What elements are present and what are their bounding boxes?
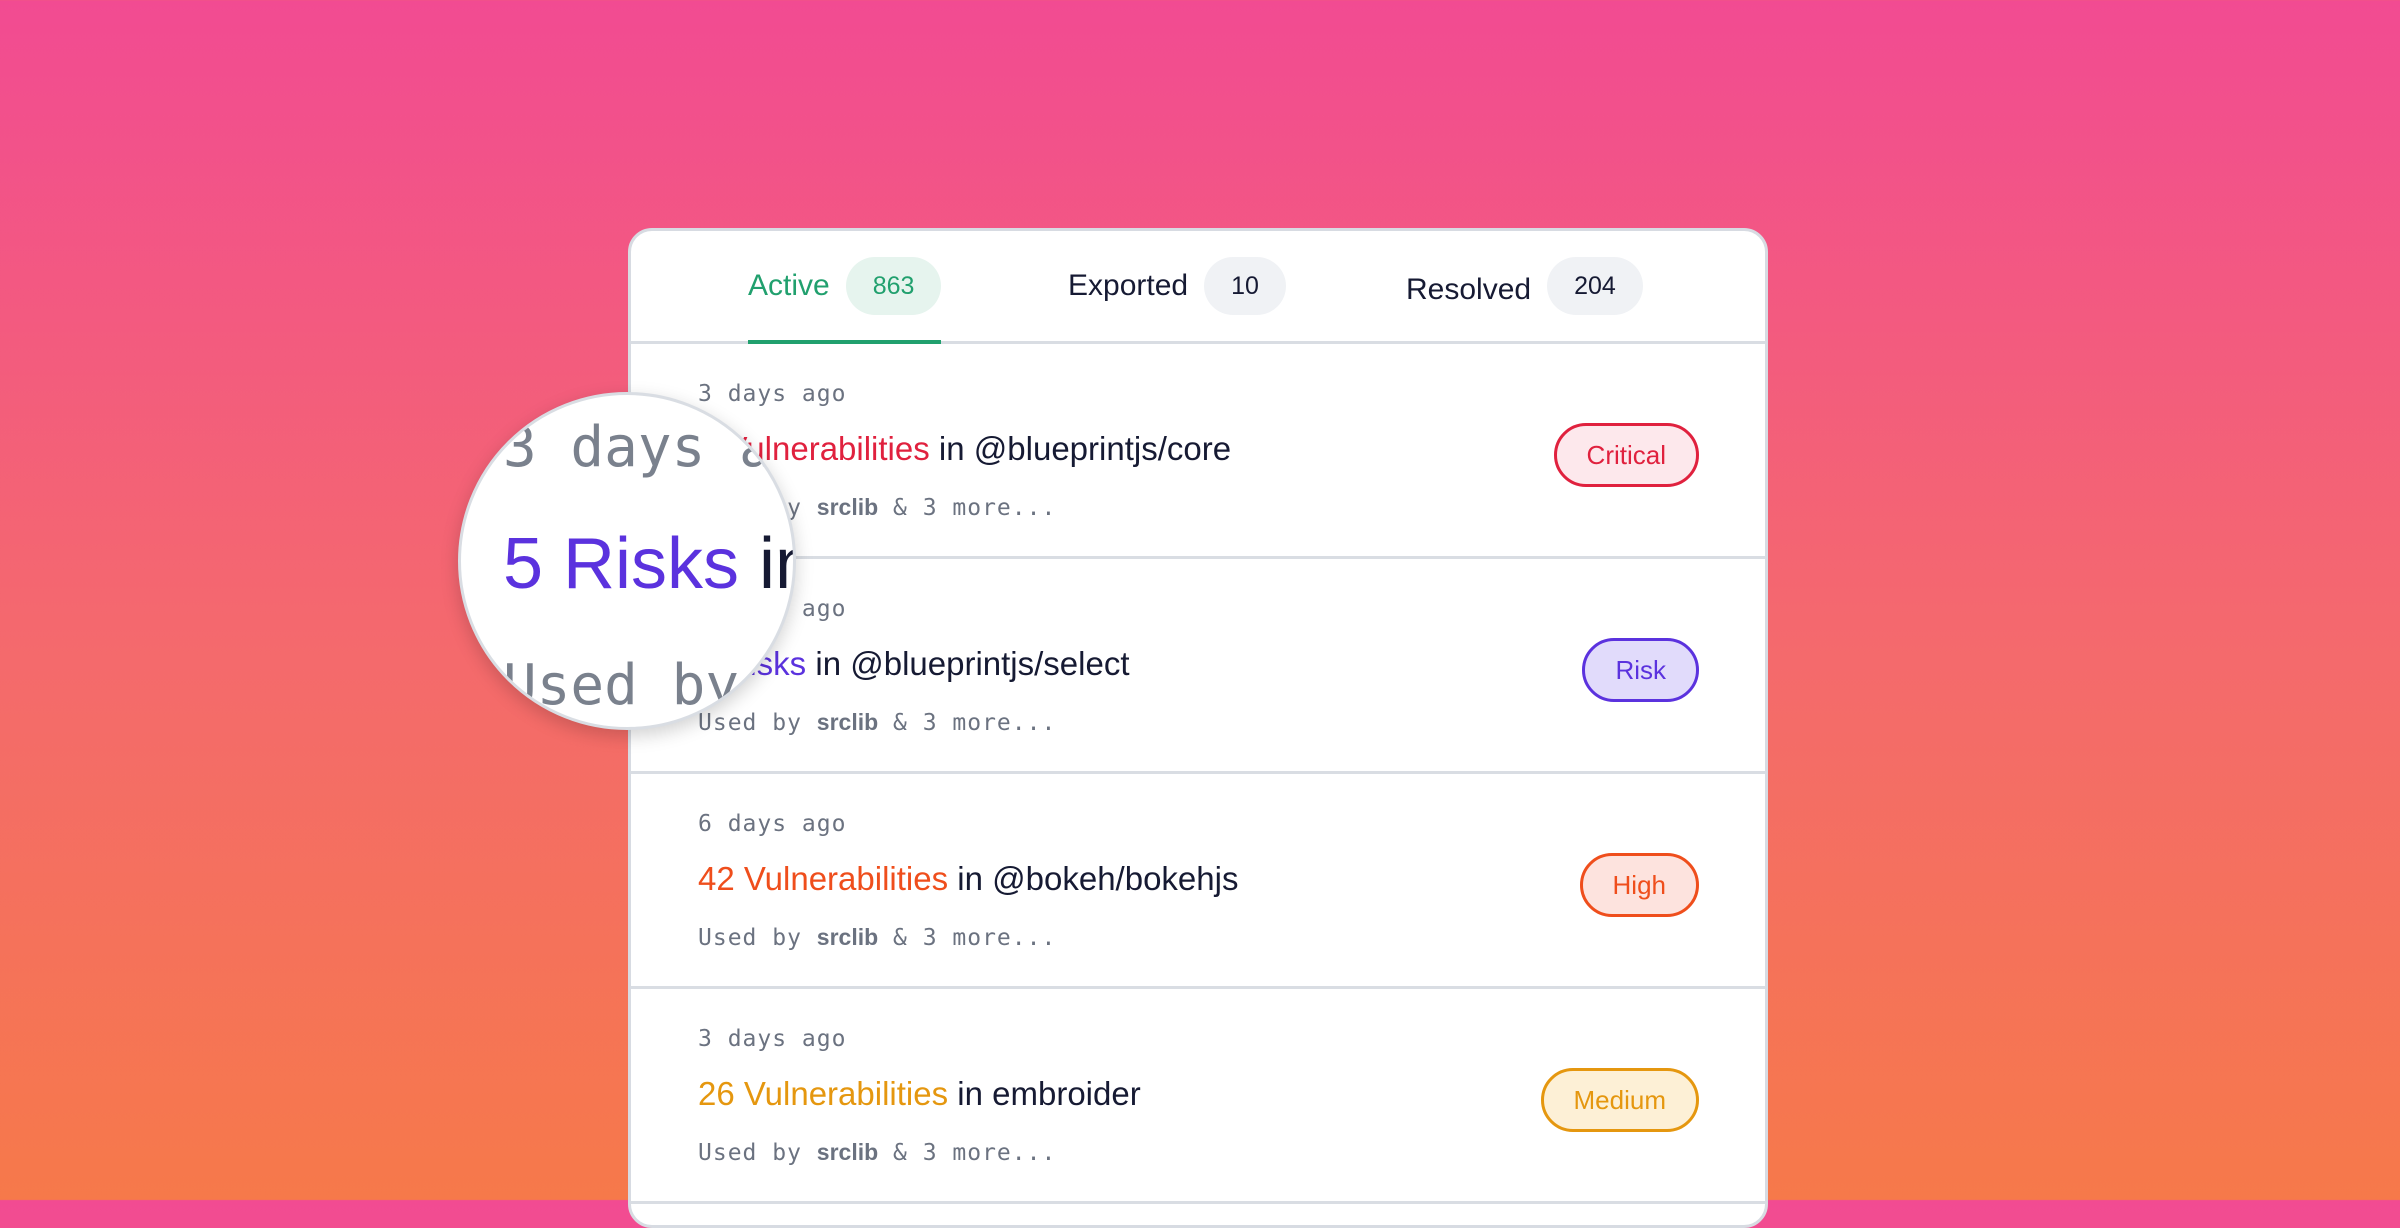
row-timestamp: 3 days ago	[698, 1026, 847, 1052]
used-by-library: srclib	[816, 1139, 879, 1165]
used-by-suffix: & 3 more...	[878, 925, 1057, 951]
row-title: 42 Vulnerabilities in @bokeh/bokehjs	[698, 860, 1238, 898]
used-by-suffix: & 3 more...	[878, 1140, 1057, 1166]
used-by-library: srclib	[816, 924, 879, 950]
issue-count: 42 Vulnerabilities	[698, 860, 949, 897]
issue-row[interactable]: 5 days ago 5 Risks in @blueprintjs/selec…	[631, 559, 1765, 774]
severity-badge: Risk	[1582, 638, 1699, 702]
row-title: 26 Vulnerabilities in embroider	[698, 1075, 1141, 1113]
magnified-used-by: Used by	[503, 653, 740, 718]
tab-count-badge: 863	[845, 257, 942, 315]
used-by-prefix: Used by	[698, 925, 817, 951]
package-name: @bokeh/bokehjs	[992, 860, 1239, 897]
tab-label: Active	[748, 269, 830, 302]
used-by-library: srclib	[816, 494, 879, 520]
used-by-prefix: Used by	[698, 1140, 817, 1166]
in-text: in	[948, 1075, 993, 1112]
tab-label: Resolved	[1406, 273, 1532, 306]
tab-label: Exported	[1068, 269, 1189, 302]
magnifier-lens: 3 days ago 5 Risks in Used by	[458, 392, 796, 730]
in-text: in	[929, 430, 974, 467]
package-name: @blueprintjs/select	[850, 645, 1130, 682]
magnified-in-text: in	[759, 524, 793, 604]
severity-badge: Critical	[1553, 423, 1699, 487]
severity-badge: Medium	[1540, 1068, 1699, 1132]
magnified-timestamp: 3 days ago	[503, 415, 793, 480]
severity-badge: High	[1579, 853, 1699, 917]
tab-resolved[interactable]: Resolved 204	[1406, 257, 1643, 341]
magnified-issue-count: 5 Risks	[503, 524, 740, 604]
issue-count: 26 Vulnerabilities	[698, 1075, 949, 1112]
row-timestamp: 6 days ago	[698, 811, 847, 837]
tab-exported[interactable]: Exported 10	[1068, 257, 1286, 341]
in-text: in	[806, 645, 851, 682]
package-name: embroider	[992, 1075, 1141, 1112]
in-text: in	[948, 860, 993, 897]
magnified-title: 5 Risks in	[503, 523, 793, 605]
tab-bar: Active 863 Exported 10 Resolved 204	[631, 231, 1765, 344]
used-by-suffix: & 3 more...	[878, 710, 1057, 736]
row-used-by: Used by srclib & 3 more...	[698, 709, 1056, 736]
tab-count-badge: 204	[1547, 257, 1643, 315]
row-used-by: Used by srclib & 3 more...	[698, 1139, 1056, 1166]
row-timestamp: 3 days ago	[698, 381, 847, 407]
package-name: @blueprintjs/core	[973, 430, 1232, 467]
issues-card: Active 863 Exported 10 Resolved 204 3 da…	[628, 228, 1768, 1228]
tab-count-badge: 10	[1204, 257, 1286, 315]
tab-active[interactable]: Active 863	[748, 257, 942, 344]
issue-row[interactable]: 3 days ago 5 Vulnerabilities in @bluepri…	[631, 344, 1765, 559]
row-used-by: Used by srclib & 3 more...	[698, 924, 1056, 951]
issue-row[interactable]: 6 days ago 42 Vulnerabilities in @bokeh/…	[631, 774, 1765, 989]
issue-row[interactable]: 3 days ago 26 Vulnerabilities in embroid…	[631, 989, 1765, 1204]
used-by-suffix: & 3 more...	[878, 495, 1057, 521]
used-by-library: srclib	[816, 709, 879, 735]
